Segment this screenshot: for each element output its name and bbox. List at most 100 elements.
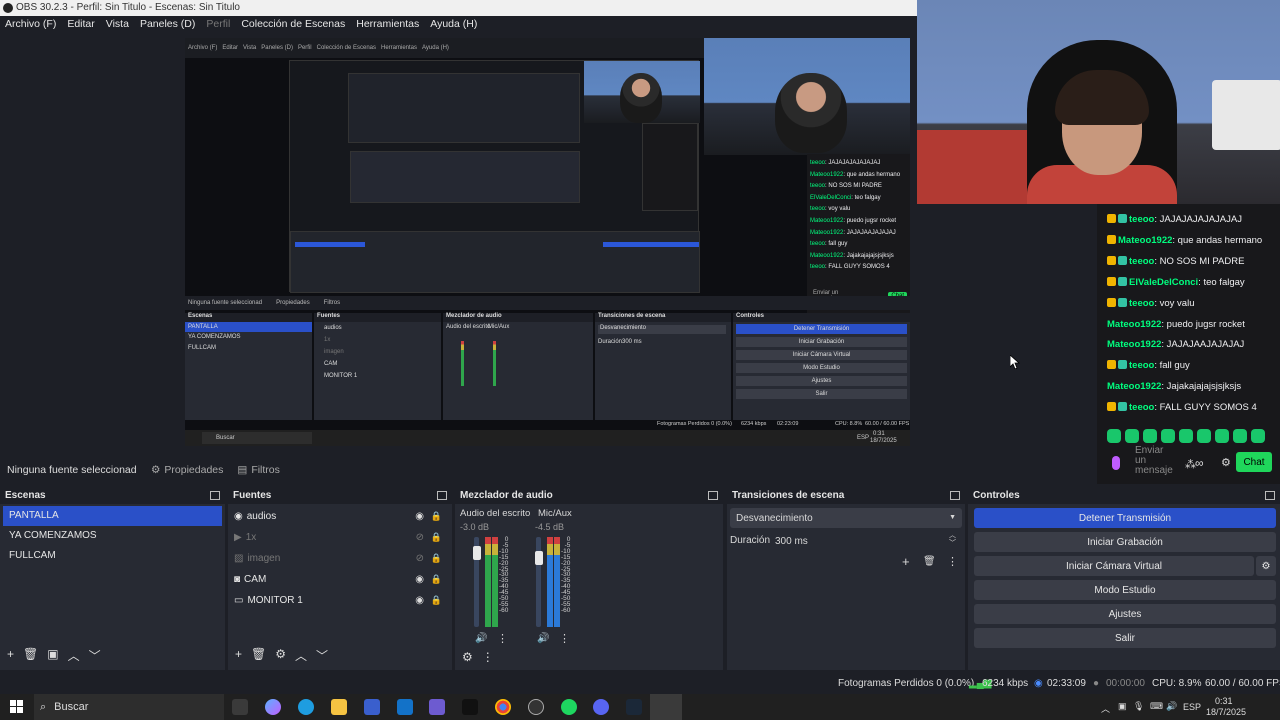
move-down-icon[interactable]: ﹀	[89, 647, 101, 664]
obs-taskbar-icon[interactable]	[528, 699, 544, 715]
settings-gear-icon[interactable]: ⚙	[1221, 456, 1231, 469]
clock-date[interactable]: 18/7/2025	[1206, 707, 1246, 717]
trash-icon[interactable]: 🗑	[23, 647, 38, 664]
clock-time[interactable]: 0:31	[1215, 696, 1233, 706]
volume-icon[interactable]: 🔊	[1166, 701, 1177, 712]
lock-icon[interactable]: 🔒	[431, 595, 442, 606]
transition-select[interactable]: Desvanecimiento ▼	[730, 508, 962, 528]
filters-button[interactable]: ▤ Filtros	[237, 464, 280, 476]
menu-editar[interactable]: Editar	[67, 16, 94, 33]
undock-icon[interactable]	[708, 491, 718, 500]
volume-fader-knob[interactable]	[535, 551, 543, 565]
eye-hidden-icon[interactable]: ⊘	[416, 553, 424, 564]
task-view-icon[interactable]	[232, 699, 248, 715]
more-options-icon[interactable]: ⋮	[947, 555, 958, 568]
source-item-audios[interactable]: ◉ audios ◉ 🔒	[228, 506, 452, 527]
chat-input[interactable]: Enviar un mensaje	[1135, 446, 1175, 476]
lock-icon[interactable]: 🔒	[431, 574, 442, 585]
eye-icon[interactable]: ◉	[415, 595, 424, 606]
volume-fader-knob[interactable]	[473, 546, 481, 560]
start-virtual-camera-button[interactable]: Iniciar Cámara Virtual	[974, 556, 1254, 576]
mic-icon[interactable]	[1112, 456, 1120, 470]
epic-games-icon[interactable]	[462, 699, 478, 715]
trash-icon[interactable]: 🗑	[923, 556, 936, 567]
steam-icon[interactable]	[626, 699, 642, 715]
menu-archivo[interactable]: Archivo (F)	[5, 16, 56, 33]
exit-button[interactable]: Salir	[974, 628, 1276, 648]
emote-icon[interactable]	[1143, 429, 1157, 443]
source-item-1x[interactable]: ▶ 1x ⊘ 🔒	[228, 527, 452, 548]
source-item-monitor-1[interactable]: ▭ MONITOR 1 ◉ 🔒	[228, 590, 452, 611]
menu-vista[interactable]: Vista	[106, 16, 129, 33]
emote-icon[interactable]	[1215, 429, 1229, 443]
chrome-icon[interactable]	[495, 699, 511, 715]
outlook-icon[interactable]	[397, 699, 413, 715]
scene-item-fullcam[interactable]: FULLCAM	[3, 546, 222, 566]
input-language[interactable]: ESP	[1183, 702, 1201, 712]
microsoft-365-icon[interactable]	[429, 699, 445, 715]
stop-stream-button[interactable]: Detener Transmisión	[974, 508, 1276, 528]
duration-input[interactable]: 300 ms ︿ ﹀	[771, 532, 962, 550]
scene-item-ya-comenzamos[interactable]: YA COMENZAMOS	[3, 526, 222, 546]
settings-button[interactable]: Ajustes	[974, 604, 1276, 624]
undock-icon[interactable]	[437, 491, 447, 500]
edge-icon[interactable]	[298, 699, 314, 715]
store-icon[interactable]	[364, 699, 380, 715]
speaker-icon[interactable]: 🔊	[475, 633, 487, 644]
copilot-icon[interactable]	[265, 699, 281, 715]
lock-icon[interactable]: 🔒	[431, 511, 442, 522]
microphone-icon[interactable]: 🎙	[1133, 701, 1144, 712]
speaker-icon[interactable]: 🔊	[537, 633, 549, 644]
active-window-thumbnail[interactable]	[650, 694, 682, 720]
eye-icon[interactable]: ◉	[415, 574, 424, 585]
file-explorer-icon[interactable]	[331, 699, 347, 715]
studio-mode-button[interactable]: Modo Estudio	[974, 580, 1276, 600]
move-up-icon[interactable]: ︿	[68, 647, 80, 664]
emote-icon[interactable]	[1179, 429, 1193, 443]
eye-icon[interactable]: ◉	[415, 511, 424, 522]
spotify-icon[interactable]	[561, 699, 577, 715]
menu-herramientas[interactable]: Herramientas	[356, 16, 419, 33]
emote-icon[interactable]	[1251, 429, 1265, 443]
chat-send-button[interactable]: Chat	[1236, 452, 1272, 472]
emote-icon[interactable]	[1107, 429, 1121, 443]
windows-start-icon[interactable]	[10, 700, 23, 713]
move-down-icon[interactable]: ﹀	[316, 647, 328, 664]
scene-item-pantalla[interactable]: PANTALLA	[3, 506, 222, 526]
menu-coleccion-escenas[interactable]: Colección de Escenas	[241, 16, 345, 33]
source-item-cam[interactable]: ◙ CAM ◉ 🔒	[228, 569, 452, 590]
discord-icon[interactable]	[593, 699, 609, 715]
lock-icon[interactable]: 🔒	[431, 532, 442, 543]
add-icon[interactable]: +	[902, 554, 910, 569]
move-up-icon[interactable]: ︿	[295, 647, 307, 664]
add-icon[interactable]: +	[7, 647, 14, 664]
network-icon[interactable]: ⌨	[1150, 701, 1163, 712]
emote-icon[interactable]	[1197, 429, 1211, 443]
filter-icon[interactable]: ▣	[47, 647, 58, 664]
more-options-icon[interactable]: ⋮	[497, 632, 508, 645]
add-icon[interactable]: +	[235, 647, 242, 664]
emote-icon[interactable]	[1125, 429, 1139, 443]
infinity-icon[interactable]: ∞	[1195, 456, 1204, 470]
more-options-icon[interactable]: ⋮	[559, 632, 570, 645]
eye-hidden-icon[interactable]: ⊘	[416, 532, 424, 543]
trash-icon[interactable]: 🗑	[251, 647, 266, 664]
tray-app-icon[interactable]: ▣	[1118, 701, 1127, 712]
more-options-icon[interactable]: ⋮	[482, 650, 494, 664]
start-recording-button[interactable]: Iniciar Grabación	[974, 532, 1276, 552]
mixer-settings-icon[interactable]: ⚙	[462, 650, 473, 664]
properties-button[interactable]: ⚙ Propiedades	[151, 464, 223, 476]
undock-icon[interactable]	[950, 491, 960, 500]
chevron-up-icon[interactable]: ︿	[1101, 702, 1110, 715]
undock-icon[interactable]	[1265, 491, 1275, 500]
menu-paneles[interactable]: Paneles (D)	[140, 16, 195, 33]
lock-icon[interactable]: 🔒	[431, 553, 442, 564]
spin-buttons-icon[interactable]: ︿ ﹀	[949, 532, 956, 548]
source-item-imagen[interactable]: ▨ imagen ⊘ 🔒	[228, 548, 452, 569]
virtual-camera-settings-button[interactable]: ⚙	[1256, 556, 1276, 576]
gear-icon[interactable]: ⚙	[275, 647, 286, 664]
emote-icon[interactable]	[1233, 429, 1247, 443]
preview-canvas[interactable]: Archivo (F) Editar Vista Paneles (D) Per…	[185, 38, 910, 446]
taskbar-search[interactable]: ⌕ Buscar	[34, 694, 224, 720]
menu-ayuda[interactable]: Ayuda (H)	[430, 16, 477, 33]
